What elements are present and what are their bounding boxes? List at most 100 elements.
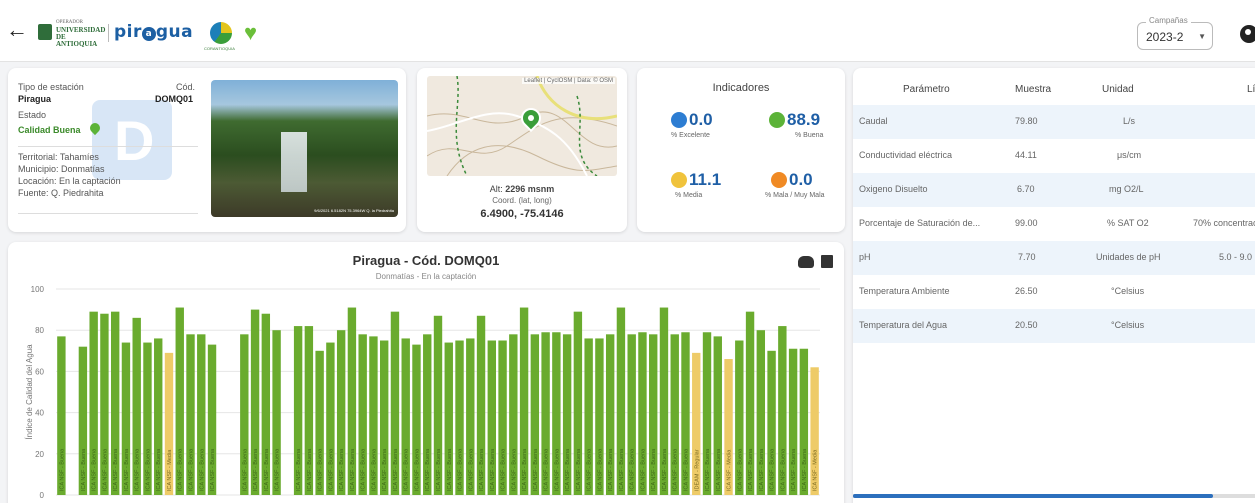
cell-unidad: mg O2/L	[1109, 184, 1144, 194]
chevron-down-icon: ▼	[1198, 32, 1206, 41]
cell-unidad: L/s	[1123, 116, 1136, 126]
bar-label: ICA NSF - Buena	[339, 448, 345, 491]
cell-muestra: 99.00	[1015, 218, 1038, 228]
corantioquia-logo	[210, 22, 232, 44]
station-photo[interactable]: 9/6/2021 6.5182N 75.3964W Q. la Piedrahi…	[211, 80, 398, 217]
table-row[interactable]: Oxigeno Disuelto 6.70 mg O2/L	[853, 173, 1255, 207]
bar-label: ICA NSF - Buena	[619, 448, 625, 491]
cell-param: Caudal	[859, 116, 888, 126]
piragua-drop-icon: a	[141, 27, 156, 41]
y-tick-label: 100	[31, 285, 45, 294]
y-axis-label: Índice de Calidad del Agua	[25, 344, 34, 440]
user-account-icon[interactable]	[1240, 25, 1255, 43]
bar-label: ICA NSF - Buena	[705, 448, 711, 491]
bar-label: ICA NSF - Buena	[651, 448, 657, 491]
logo-divider	[108, 24, 109, 42]
bar-label: ICA NSF - Media	[167, 449, 173, 491]
bar-label: ICA NSF - Buena	[242, 448, 248, 491]
udea-operator-label: OPERADOR	[56, 20, 83, 25]
bar-label: ICA NSF - Buena	[436, 448, 442, 491]
bar-label: ICA NSF - Buena	[737, 448, 743, 491]
station-code-value: DOMQ01	[155, 94, 194, 104]
bar-label: ICA NSF - Buena	[544, 448, 550, 491]
bar-label: IDEAM - Regular	[694, 449, 700, 491]
station-map[interactable]: Leaflet | CyclOSM | Data: © OSM	[427, 76, 617, 176]
chart-title: Piragua - Cód. DOMQ01	[352, 253, 500, 268]
coord-value: 6.4900, -75.4146	[480, 208, 564, 220]
bar-label: ICA NSF - Buena	[683, 448, 689, 491]
bar-label: ICA NSF - Buena	[770, 448, 776, 491]
header-limite[interactable]: Lí	[1247, 84, 1255, 95]
waterfall-shape	[281, 132, 307, 192]
bar-label: ICA NSF - Buena	[145, 448, 151, 491]
bar-label: ICA NSF - Buena	[382, 448, 388, 491]
bar-label: ICA NSF - Buena	[404, 448, 410, 491]
cell-param: Conductividad eléctrica	[859, 150, 953, 160]
horizontal-scrollbar[interactable]	[853, 494, 1213, 498]
y-tick-label: 20	[35, 450, 44, 459]
bar-label: ICA NSF - Buena	[264, 448, 270, 491]
table-row[interactable]: Temperatura del Agua 20.50 °Celsius	[853, 309, 1255, 343]
bar-label: ICA NSF - Buena	[458, 448, 464, 491]
cell-muestra: 44.11	[1015, 150, 1037, 160]
bar-label: ICA NSF - Buena	[92, 448, 98, 491]
bar-label: ICA NSF - Buena	[59, 448, 65, 491]
table-row[interactable]: Conductividad eléctrica 44.11 μs/cm	[853, 139, 1255, 173]
cell-limite: 5.0 - 9.0	[1219, 252, 1253, 262]
bar-label: ICA NSF - Buena	[759, 448, 765, 491]
table-row[interactable]: Porcentaje de Saturación de... 99.00 % S…	[853, 207, 1255, 241]
bar-label: ICA NSF - Buena	[748, 448, 754, 491]
indicator-media-value: 11.1	[689, 170, 722, 189]
app-header: ← OPERADOR UNIVERSIDAD DE ANTIOQUIA pir a…	[0, 0, 1255, 62]
header-muestra[interactable]: Muestra	[1015, 84, 1051, 95]
corantioquia-label: CORANTIOQUIA	[204, 46, 235, 51]
table-row[interactable]: pH 7.70 Unidades de pH 5.0 - 9.0	[853, 241, 1255, 275]
table-row[interactable]: Caudal 79.80 L/s	[853, 105, 1255, 139]
photo-caption: 9/6/2021 6.5182N 75.3964W Q. la Piedrahi…	[314, 208, 394, 213]
header-parametro[interactable]: Parámetro	[903, 84, 950, 95]
bar-label: ICA NSF - Buena	[124, 448, 130, 491]
bar-label: ICA NSF - Buena	[597, 448, 603, 491]
heart-logo-icon: ♥	[244, 20, 258, 45]
indicators-card: Indicadores 0.0 % Excelente 88.9 % Buena…	[637, 68, 845, 232]
bar-label: ICA NSF - Buena	[576, 448, 582, 491]
bar-label: ICA NSF - Buena	[479, 448, 485, 491]
station-type-value: Piragua	[18, 94, 52, 104]
udea-seal-icon	[38, 24, 52, 40]
bar-label: ICA NSF - Buena	[102, 448, 108, 491]
campaign-value: 2023-2	[1146, 30, 1184, 44]
chart-card: 0 20 40 60 80 100 Índice de Calidad del Agua IC…	[8, 242, 844, 503]
bar-label: ICA NSF - Buena	[350, 448, 356, 491]
bar-label: ICA NSF - Buena	[393, 448, 399, 491]
station-divider-bottom	[18, 213, 198, 214]
indicators-title: Indicadores	[712, 82, 770, 94]
station-code-label: Cód.	[176, 82, 196, 92]
campaign-select[interactable]: 2023-2 ▼	[1137, 22, 1213, 50]
header-unidad[interactable]: Unidad	[1102, 84, 1134, 95]
bar-label: ICA NSF - Buena	[296, 448, 302, 491]
map-card: Leaflet | CyclOSM | Data: © OSM Alt: 229…	[417, 68, 627, 232]
map-attribution[interactable]: Leaflet | CyclOSM | Data: © OSM	[522, 78, 615, 84]
cloud-download-icon[interactable]	[798, 256, 814, 268]
udea-logo: OPERADOR UNIVERSIDAD DE ANTIOQUIA	[38, 20, 105, 48]
indicator-excelente-value: 0.0	[689, 110, 713, 129]
bar-label: ICA NSF - Media	[813, 449, 819, 491]
cell-unidad: μs/cm	[1117, 150, 1142, 160]
cell-unidad: °Celsius	[1111, 320, 1145, 330]
bar-label: ICA NSF - Buena	[135, 448, 141, 491]
table-row[interactable]: Temperatura Ambiente 26.50 °Celsius	[853, 275, 1255, 309]
bar-label: ICA NSF - Media	[727, 449, 733, 491]
cell-muestra: 20.50	[1015, 320, 1038, 330]
bar-label: ICA NSF - Buena	[468, 448, 474, 491]
y-tick-label: 0	[40, 491, 45, 500]
udea-name: UNIVERSIDAD DE ANTIOQUIA	[56, 26, 106, 48]
station-locacion: Locación: En la captación	[18, 176, 121, 186]
back-arrow-icon[interactable]: ←	[6, 19, 28, 42]
bar-label: ICA NSF - Buena	[361, 448, 367, 491]
excelente-drop-icon	[671, 112, 687, 128]
cell-param: Temperatura Ambiente	[859, 286, 950, 296]
bar-label: ICA NSF - Buena	[554, 448, 560, 491]
image-export-icon[interactable]	[821, 255, 833, 268]
bar-label: ICA NSF - Buena	[716, 448, 722, 491]
indicator-mala-value: 0.0	[789, 170, 813, 189]
